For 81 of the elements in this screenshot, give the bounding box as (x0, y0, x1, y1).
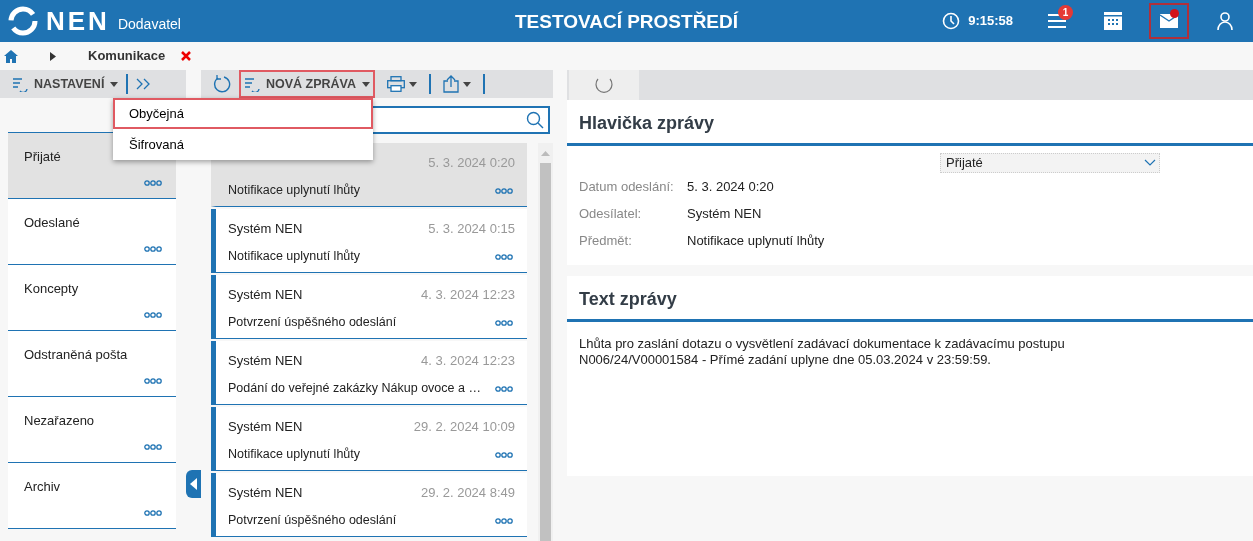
folder-label: Odeslané (24, 215, 80, 230)
message-date: 5. 3. 2024 0:20 (428, 154, 515, 172)
breadcrumb-item[interactable]: Komunikace (88, 46, 166, 66)
caret-icon (463, 81, 471, 87)
message-subject: Notifikace uplynutí lhůty (228, 445, 361, 463)
field-value: Systém NEN (687, 204, 762, 223)
folder-item[interactable]: Nezařazeno (8, 397, 176, 463)
message-subject: Notifikace uplynutí lhůty (228, 181, 361, 199)
panel-title: Hlavička zprávy (567, 100, 1253, 146)
more-icon[interactable] (144, 378, 162, 384)
field-label: Datum odeslání: (579, 177, 675, 196)
more-icon[interactable] (144, 312, 162, 318)
message-date: 29. 2. 2024 10:09 (413, 418, 515, 436)
logo-text: NEN (46, 8, 110, 34)
more-icon[interactable] (144, 246, 162, 252)
folder-label: Koncepty (24, 281, 79, 296)
collapse-handle[interactable] (186, 470, 201, 498)
caret-right-icon (50, 51, 56, 61)
more-icon[interactable] (495, 188, 513, 194)
menu-button[interactable]: 1 (1037, 3, 1077, 39)
mail-icon (1160, 14, 1178, 28)
folder-item[interactable]: Odstraněná pošta (8, 331, 176, 397)
notification-badge: 1 (1058, 5, 1073, 20)
home-icon[interactable] (4, 49, 18, 63)
caret-icon (409, 81, 417, 87)
message-item[interactable]: Systém NEN 5. 3. 2024 0:15 Notifikace uplynutí lhůty (211, 209, 527, 273)
more-icon[interactable] (144, 444, 162, 450)
folder-label: Přijaté (24, 149, 61, 164)
message-sender: Systém NEN (228, 418, 303, 436)
field-label: Odesílatel: (579, 204, 643, 223)
message-subject: Potvrzení úspěšného odeslání (228, 313, 398, 331)
list-icon (12, 76, 28, 92)
more-icon[interactable] (144, 510, 162, 516)
folder-item[interactable]: Archiv (8, 463, 176, 529)
menu-item[interactable]: Šifrovaná (113, 129, 373, 160)
more-icon[interactable] (495, 320, 513, 326)
message-body: Lhůta pro zaslání dotazu o vysvětlení zadávací dokumentace k zadávacímu postupu N006/24/V00001584 - Přímé zadání uplyne dne 05.03.2024 v 23:59:59. (578, 335, 1066, 370)
list-icon (243, 76, 260, 92)
folder-item[interactable]: Koncepty (8, 265, 176, 331)
message-item[interactable]: Systém NEN 4. 3. 2024 12:23 Potvrzení úspěšného odeslání (211, 275, 527, 339)
caret-icon (110, 81, 119, 87)
folder-label: Odstraněná pošta (24, 347, 128, 362)
logo-subtitle: Dodavatel (117, 15, 181, 34)
message-item[interactable]: Systém NEN 29. 2. 2024 10:09 Notifikace uplynutí lhůty (211, 407, 527, 471)
printer-icon (387, 76, 405, 92)
message-date: 4. 3. 2024 12:23 (421, 286, 515, 304)
message-item[interactable]: Systém NEN 4. 3. 2024 12:23 Podání do veřejné zakázky Nákup ovoce a … (211, 341, 527, 405)
more-icon[interactable] (495, 452, 513, 458)
message-subject: Notifikace uplynutí lhůty (228, 247, 361, 265)
clock-icon (942, 12, 961, 30)
folder-item[interactable]: Odeslané (8, 199, 176, 265)
field-value: 5. 3. 2024 0:20 (687, 177, 774, 196)
field-value: Notifikace uplynutí lhůty (687, 231, 825, 250)
more-icon[interactable] (495, 254, 513, 260)
message-date: 5. 3. 2024 0:15 (428, 220, 515, 238)
field-label: Předmět: (579, 231, 633, 250)
more-icon[interactable] (495, 386, 513, 392)
menu-item[interactable]: Obyčejná (113, 98, 373, 129)
message-date: 29. 2. 2024 8:49 (421, 484, 515, 502)
close-icon[interactable] (181, 51, 192, 61)
folder-label: Archiv (24, 479, 61, 494)
folder-label: Nezařazeno (24, 413, 95, 428)
environment-title: TESTOVACÍ PROSTŘEDÍ (514, 10, 739, 34)
message-date: 4. 3. 2024 12:23 (421, 352, 515, 370)
message-subject: Potvrzení úspěšného odeslání (228, 511, 398, 529)
mail-button[interactable] (1149, 3, 1189, 39)
message-sender: Systém NEN (228, 484, 303, 502)
message-sender: Systém NEN (228, 286, 303, 304)
logo-ring-icon (8, 6, 38, 36)
folder-select[interactable]: Přijaté (940, 153, 1160, 173)
message-subject: Podání do veřejné zakázky Nákup ovoce a … (228, 379, 482, 397)
more-icon[interactable] (495, 518, 513, 524)
message-item[interactable]: Systém NEN 29. 2. 2024 8:49 Potvrzení úspěšného odeslání (211, 473, 527, 537)
caret-icon (362, 81, 371, 87)
more-icon[interactable] (144, 180, 162, 186)
message-sender: Systém NEN (228, 352, 303, 370)
panel-title: Text zprávy (567, 276, 1253, 322)
search-icon[interactable] (526, 111, 544, 129)
message-sender: Systém NEN (228, 220, 303, 238)
share-icon (443, 75, 459, 93)
clock-time: 9:15:58 (968, 12, 1013, 31)
